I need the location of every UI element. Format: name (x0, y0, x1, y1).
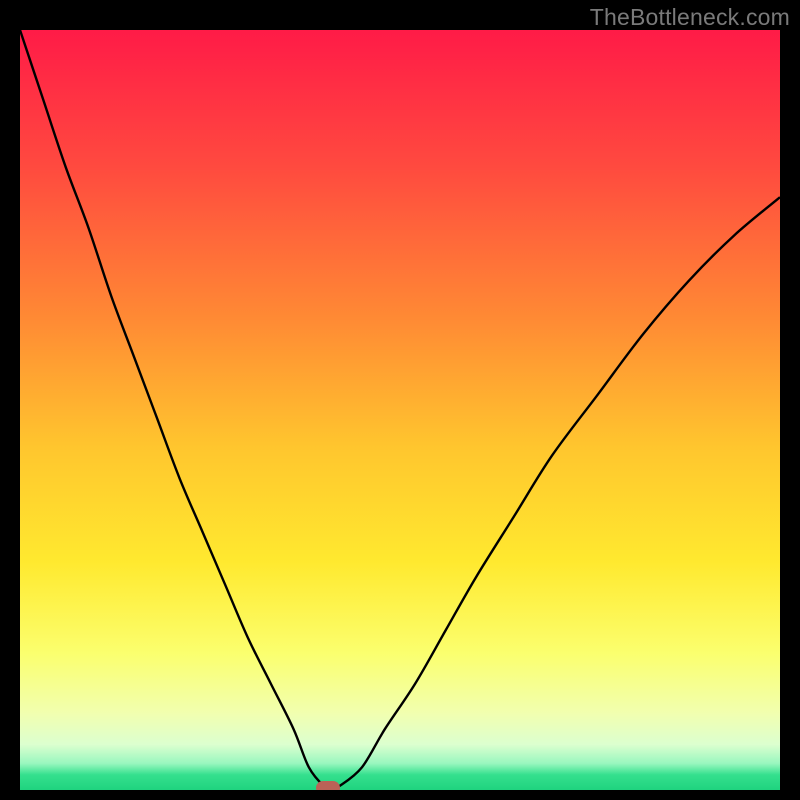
bottleneck-curve (20, 30, 780, 789)
chart-frame: TheBottleneck.com (0, 0, 800, 800)
watermark-text: TheBottleneck.com (590, 4, 790, 31)
curve-layer (20, 30, 780, 790)
optimal-point-marker (316, 781, 340, 790)
plot-area (20, 30, 780, 790)
